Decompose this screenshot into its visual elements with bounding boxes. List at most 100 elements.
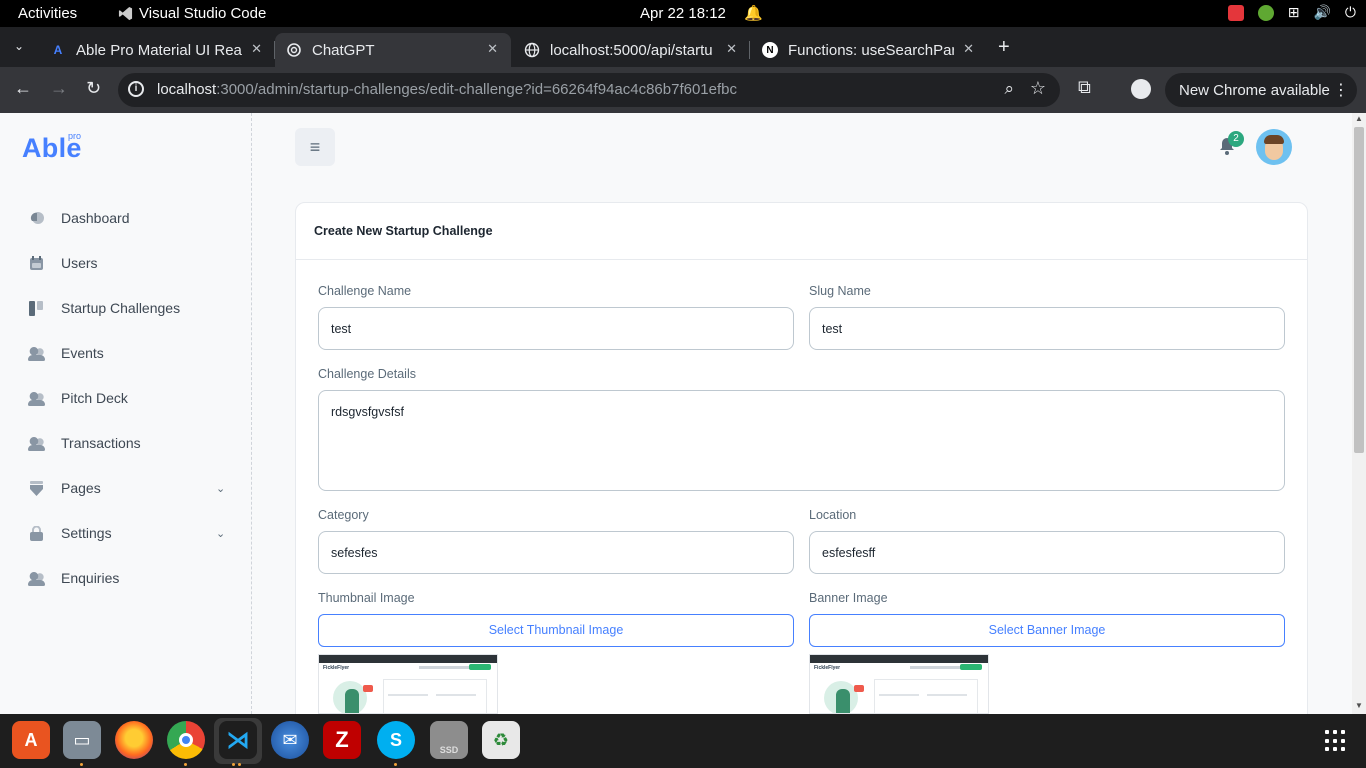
- profile-avatar-icon[interactable]: [1131, 79, 1151, 99]
- site-info-icon[interactable]: i: [128, 81, 144, 97]
- page-scrollbar[interactable]: ▲ ▼: [1352, 113, 1366, 714]
- scroll-up-arrow-icon[interactable]: ▲: [1355, 114, 1363, 123]
- scroll-down-arrow-icon[interactable]: ▼: [1355, 701, 1363, 710]
- update-status-icon[interactable]: [1257, 4, 1274, 21]
- sidebar-item-users[interactable]: Users: [0, 241, 250, 285]
- banner-image-label: Banner Image: [809, 591, 888, 605]
- tab-title: ChatGPT: [312, 41, 375, 59]
- avatar-hair: [1264, 135, 1284, 144]
- close-tab-icon[interactable]: ✕: [251, 41, 262, 57]
- sidebar-item-label: Events: [61, 345, 104, 361]
- sidebar: Able pro Dashboard Users Startup Challen…: [0, 113, 252, 714]
- filezilla-icon[interactable]: Z: [323, 721, 361, 759]
- sidebar-item-startup-challenges[interactable]: Startup Challenges: [0, 286, 250, 330]
- chevron-down-icon[interactable]: ⌄: [216, 482, 225, 495]
- sidebar-item-events[interactable]: Events: [0, 331, 250, 375]
- active-app-name: Visual Studio Code: [139, 5, 267, 22]
- activities-button[interactable]: Activities: [18, 5, 77, 22]
- nextjs-favicon: N: [762, 42, 778, 58]
- reload-icon[interactable]: ↻: [86, 78, 101, 99]
- sidebar-item-pages[interactable]: Pages ⌄: [0, 466, 250, 510]
- sidebar-item-label: Settings: [61, 525, 112, 541]
- able-pro-favicon: A: [53, 43, 63, 57]
- notification-bell-icon[interactable]: 🔔: [744, 4, 763, 22]
- system-tray[interactable]: ⊞ 🔊 ⏻: [1227, 4, 1356, 21]
- tab-chatgpt[interactable]: ChatGPT ✕: [286, 33, 498, 67]
- close-tab-icon[interactable]: ✕: [487, 41, 498, 57]
- active-app-menu[interactable]: Visual Studio Code: [118, 5, 266, 22]
- new-tab-button[interactable]: +: [998, 36, 1010, 59]
- challenge-name-input[interactable]: [318, 307, 794, 350]
- url-text[interactable]: localhost:3000/admin/startup-challenges/…: [157, 81, 737, 98]
- clock[interactable]: Apr 22 18:12: [640, 5, 726, 22]
- chevron-down-icon[interactable]: ⌄: [216, 527, 225, 540]
- firefox-icon[interactable]: [115, 721, 153, 759]
- tab-search-icon[interactable]: ⌄: [14, 39, 24, 53]
- sidebar-item-label: Enquiries: [61, 570, 120, 586]
- network-icon[interactable]: ⊞: [1288, 4, 1300, 21]
- bookmark-star-icon[interactable]: ☆: [1030, 78, 1046, 99]
- show-applications-icon[interactable]: [1325, 730, 1347, 752]
- challenge-details-textarea[interactable]: rdsgvsfgvsfsf: [318, 390, 1285, 491]
- challenge-form-card: Create New Startup Challenge Challenge N…: [295, 202, 1308, 714]
- forward-arrow-icon[interactable]: →: [50, 78, 68, 99]
- select-banner-image-button[interactable]: Select Banner Image: [809, 614, 1285, 647]
- banner-image-preview: FickleFlyer: [809, 654, 989, 714]
- thumbnail-image-preview: FickleFlyer: [318, 654, 498, 714]
- hamburger-menu-button[interactable]: ≡: [295, 128, 335, 166]
- select-thumbnail-image-button[interactable]: Select Thumbnail Image: [318, 614, 794, 647]
- address-bar[interactable]: i localhost:3000/admin/startup-challenge…: [118, 73, 1060, 107]
- pages-icon: [28, 480, 45, 496]
- vscode-icon: [118, 6, 133, 21]
- tab-able-pro[interactable]: A Able Pro Material UI Rea ✕: [50, 33, 262, 67]
- sidebar-item-pitch-deck[interactable]: Pitch Deck: [0, 376, 250, 420]
- anydesk-icon[interactable]: [1227, 4, 1244, 21]
- zoom-icon[interactable]: ⌕: [1004, 79, 1014, 99]
- tab-title: Functions: useSearchPar: [788, 41, 954, 59]
- category-label: Category: [318, 508, 369, 522]
- location-label: Location: [809, 508, 857, 522]
- sidebar-item-enquiries[interactable]: Enquiries: [0, 556, 250, 600]
- location-input[interactable]: [809, 531, 1285, 574]
- sidebar-item-label: Pages: [61, 480, 101, 496]
- chrome-menu-icon[interactable]: ⋮: [1333, 80, 1349, 100]
- chrome-icon[interactable]: [167, 721, 205, 759]
- browser-tab-strip: ⌄ A Able Pro Material UI Rea ✕ ChatGPT ✕…: [0, 27, 1366, 67]
- web-page: Able pro Dashboard Users Startup Challen…: [0, 113, 1366, 714]
- sidebar-item-transactions[interactable]: Transactions: [0, 421, 250, 465]
- volume-icon[interactable]: 🔊: [1313, 4, 1330, 21]
- thumbnail-image-label: Thumbnail Image: [318, 591, 415, 605]
- users-icon: [28, 255, 45, 271]
- tab-nextjs-docs[interactable]: N Functions: useSearchPar ✕: [762, 33, 974, 67]
- update-chrome-button[interactable]: New Chrome available ⋮: [1165, 73, 1357, 107]
- dashboard-icon: [28, 211, 45, 226]
- sidebar-item-settings[interactable]: Settings ⌄: [0, 511, 250, 555]
- category-input[interactable]: [318, 531, 794, 574]
- thunderbird-icon[interactable]: ✉: [271, 721, 309, 759]
- tab-localhost-api[interactable]: localhost:5000/api/startu ✕: [524, 33, 737, 67]
- power-icon[interactable]: ⏻: [1345, 4, 1356, 21]
- scrollbar-thumb[interactable]: [1354, 127, 1364, 453]
- update-chrome-label: New Chrome available: [1179, 81, 1330, 99]
- back-arrow-icon[interactable]: ←: [14, 78, 32, 99]
- vscode-icon[interactable]: ⋊: [219, 721, 257, 759]
- extensions-icon[interactable]: ⧉: [1078, 77, 1091, 98]
- files-icon[interactable]: ▭: [63, 721, 101, 759]
- trash-icon[interactable]: ♻: [482, 721, 520, 759]
- close-tab-icon[interactable]: ✕: [963, 41, 974, 57]
- app-center-icon[interactable]: A: [12, 721, 50, 759]
- tab-title: Able Pro Material UI Rea: [76, 41, 242, 59]
- tab-separator: [274, 41, 275, 59]
- skype-icon[interactable]: S: [377, 721, 415, 759]
- close-tab-icon[interactable]: ✕: [726, 41, 737, 57]
- people-icon: [28, 570, 45, 586]
- slug-name-input[interactable]: [809, 307, 1285, 350]
- slug-name-label: Slug Name: [809, 284, 871, 298]
- card-title: Create New Startup Challenge: [314, 224, 493, 238]
- disk-drive-icon[interactable]: SSD: [430, 721, 468, 759]
- globe-icon: [524, 42, 540, 58]
- user-avatar[interactable]: [1256, 129, 1292, 165]
- sidebar-item-dashboard[interactable]: Dashboard: [0, 196, 250, 240]
- people-icon: [28, 435, 45, 451]
- browser-toolbar: ← → ↻ i localhost:3000/admin/startup-cha…: [0, 67, 1366, 113]
